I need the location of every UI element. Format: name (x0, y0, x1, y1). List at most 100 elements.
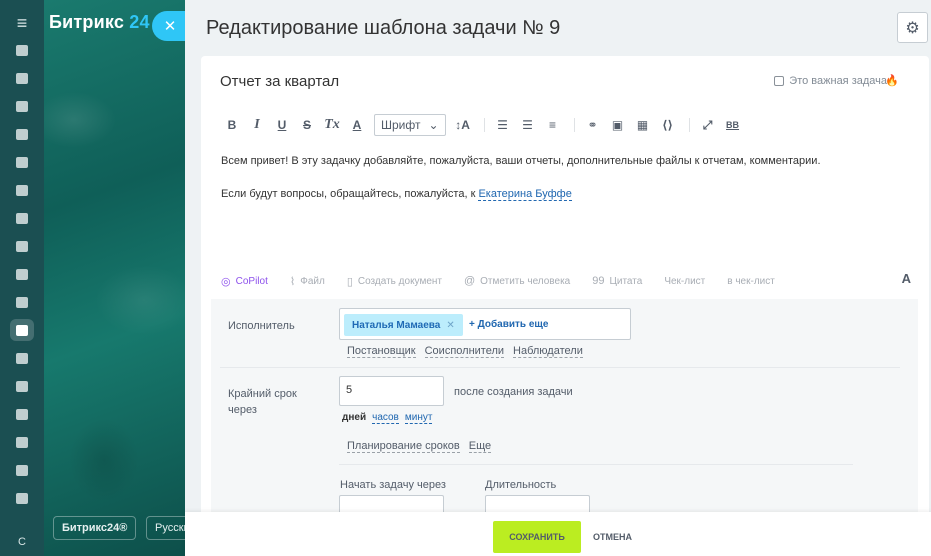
assignee-label: Исполнитель (228, 320, 295, 332)
checklist-button[interactable]: Чек-лист (664, 276, 705, 287)
settings-button[interactable]: ⚙ (897, 12, 928, 43)
drive-icon (16, 240, 28, 252)
sidebar-item[interactable] (0, 36, 44, 64)
text-color-button[interactable]: A (346, 114, 368, 136)
sidebar-item[interactable] (0, 344, 44, 372)
deadline-input[interactable]: 5 (339, 376, 444, 406)
inventory-icon (16, 464, 28, 476)
cancel-button[interactable]: ОТМЕНА (593, 521, 632, 553)
image-icon[interactable]: ▣ (607, 114, 629, 136)
sidebar-item[interactable] (0, 288, 44, 316)
copilot-button[interactable]: ◎ CoPilot (221, 275, 268, 288)
bbcode-button[interactable]: BB (722, 114, 744, 136)
unit-days[interactable]: дней (342, 412, 366, 424)
italic-button[interactable]: I (246, 114, 268, 136)
clear-format-button[interactable]: Tx (321, 114, 343, 136)
footer-bar: СОХРАНИТЬ ОТМЕНА (185, 512, 931, 556)
to-checklist-button[interactable]: в чек-лист (727, 276, 775, 287)
strikethrough-button[interactable]: S (296, 114, 318, 136)
task-title-input[interactable]: Отчет за квартал (220, 73, 339, 90)
mention-link[interactable]: Екатерина Буффе (478, 188, 572, 201)
assignee-chip[interactable]: Наталья Мамаева ✕ (344, 314, 463, 336)
signature-icon (16, 436, 28, 448)
sidebar-item[interactable] (0, 232, 44, 260)
background-image (44, 0, 185, 556)
more-link[interactable]: Еще (468, 440, 492, 453)
sidebar-item[interactable] (0, 316, 44, 344)
bullet-list-icon[interactable]: ☰ (517, 114, 539, 136)
planning-links: Планирование сроков Еще (347, 440, 492, 453)
sidebar-item[interactable] (0, 64, 44, 92)
footer-brand[interactable]: Битрикс24® (53, 516, 137, 540)
contact-card-icon (16, 156, 28, 168)
sidebar-item[interactable] (0, 204, 44, 232)
left-rail: ≡ С (0, 0, 44, 556)
mention-label: Отметить человека (480, 275, 571, 287)
create-doc-label: Создать документ (357, 275, 442, 287)
divider (339, 464, 853, 465)
close-slider-button[interactable]: ✕ (152, 11, 186, 41)
deadline-label: Крайний срок через (228, 388, 297, 416)
quote-label: Цитата (609, 275, 643, 287)
save-button[interactable]: СОХРАНИТЬ (493, 521, 581, 553)
box-icon (16, 492, 28, 504)
important-label: Это важная задача (789, 75, 887, 87)
code-icon[interactable]: ⟨⟩ (657, 114, 679, 136)
table-icon[interactable]: ▦ (632, 114, 654, 136)
menu-icon[interactable]: ≡ (0, 10, 44, 36)
attach-file-button[interactable]: ⌇ Файл (290, 275, 325, 288)
observers-link[interactable]: Наблюдатели (513, 345, 583, 358)
assignee-field[interactable]: Наталья Мамаева ✕ + Добавить еще (339, 308, 631, 340)
at-icon: @ (463, 275, 476, 287)
calendar-icon (16, 100, 28, 112)
underline-button[interactable]: U (271, 114, 293, 136)
mention-button[interactable]: @ Отметить человека (464, 275, 570, 287)
fullscreen-icon[interactable]: ⤢ (697, 114, 719, 136)
sidebar-item[interactable] (0, 176, 44, 204)
edit-icon (16, 296, 28, 308)
sidebar-item[interactable] (0, 120, 44, 148)
quote-button[interactable]: 99 Цитата (592, 275, 642, 287)
assignee-name: Наталья Мамаева (352, 319, 441, 331)
font-select[interactable]: Шрифт ⌄ (374, 114, 446, 136)
unit-minutes[interactable]: минут (404, 412, 433, 424)
planning-link[interactable]: Планирование сроков (347, 440, 460, 453)
coexecutors-link[interactable]: Соисполнители (424, 345, 505, 358)
align-icon[interactable]: ≡ (542, 114, 564, 136)
lang-short[interactable]: С (0, 536, 44, 548)
task-editor: Отчет за квартал Это важная задача 🔥 B I… (201, 56, 929, 515)
sidebar-item[interactable] (0, 484, 44, 512)
copilot-icon: ◎ (221, 275, 231, 288)
numbered-list-icon[interactable]: ☰ (492, 114, 514, 136)
paperclip-icon: ⌇ (289, 275, 296, 288)
sidebar-item[interactable] (0, 400, 44, 428)
editor-body[interactable]: Всем привет! В эту задачку добавляйте, п… (221, 153, 911, 219)
rocket-icon (16, 44, 28, 56)
sidebar-item[interactable] (0, 372, 44, 400)
bold-button[interactable]: B (221, 114, 243, 136)
sidebar-item[interactable] (0, 428, 44, 456)
flame-icon: 🔥 (885, 75, 899, 87)
sidebar-item[interactable] (0, 92, 44, 120)
start-after-label: Начать задачу через (340, 479, 446, 491)
editor-toolbar: B I U S Tx A Шрифт ⌄ ↕A ☰ ☰ ≡ ⚭ ▣ ▦ ⟨⟩ ⤢ … (221, 114, 747, 136)
after-create-text: после создания задачи (454, 386, 573, 398)
page-title: Редактирование шаблона задачи № 9 (206, 17, 561, 39)
brand-logo[interactable]: Битрикс 24 (49, 12, 150, 33)
creator-link[interactable]: Постановщик (347, 345, 416, 358)
formatting-toggle[interactable]: A (902, 271, 911, 286)
gear-icon: ⚙ (905, 19, 920, 37)
important-checkbox[interactable]: Это важная задача (774, 75, 887, 87)
sidebar-item[interactable] (0, 148, 44, 176)
sidebar-item[interactable] (0, 260, 44, 288)
add-assignee-link[interactable]: + Добавить еще (469, 319, 548, 330)
task-settings-form: Исполнитель Наталья Мамаева ✕ + Добавить … (211, 299, 918, 515)
link-icon[interactable]: ⚭ (582, 114, 604, 136)
toolbar-divider (688, 118, 690, 132)
create-document-button[interactable]: ▯ Создать документ (347, 275, 442, 288)
sidebar-item[interactable] (0, 456, 44, 484)
remove-icon[interactable]: ✕ (446, 320, 454, 331)
font-size-button[interactable]: ↕A (452, 114, 474, 136)
unit-hours[interactable]: часов (372, 412, 399, 424)
editor-actions: ◎ CoPilot ⌇ Файл ▯ Создать документ @ Отмети… (221, 271, 911, 291)
